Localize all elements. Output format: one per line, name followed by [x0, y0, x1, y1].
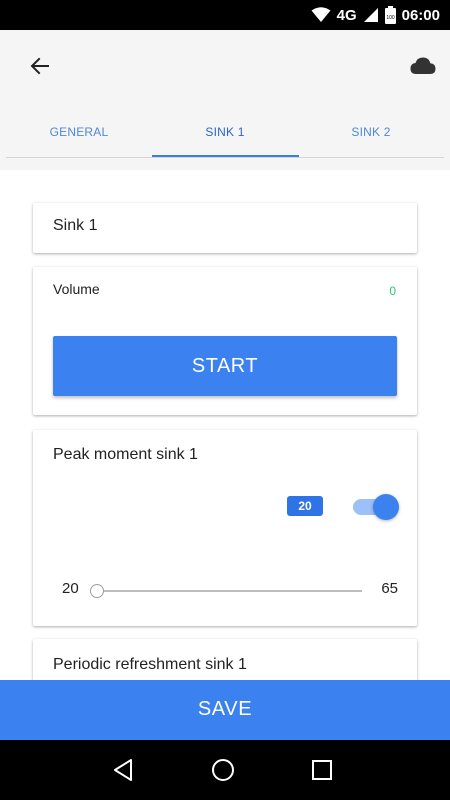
- peak-moment-title: Peak moment sink 1: [53, 446, 198, 463]
- slider-rail: [90, 590, 362, 592]
- network-type: 4G: [336, 6, 357, 24]
- arrow-left-icon: [30, 57, 49, 75]
- save-button[interactable]: SAVE: [0, 680, 450, 740]
- signal-icon: [363, 8, 378, 22]
- start-button[interactable]: START: [53, 336, 397, 396]
- tab-sink-2[interactable]: SINK 2: [298, 118, 444, 158]
- battery-level: 100: [386, 15, 395, 21]
- app-bar: GENERAL SINK 1 SINK 2: [0, 30, 450, 170]
- tabs-divider: [6, 157, 444, 158]
- slider-max-label: 65: [381, 580, 398, 597]
- cloud-icon: [410, 57, 436, 74]
- recents-square-icon: [312, 760, 332, 780]
- peak-moment-toggle[interactable]: [353, 493, 399, 521]
- periodic-refresh-title: Periodic refreshment sink 1: [53, 656, 247, 673]
- cloud-button[interactable]: [408, 52, 438, 80]
- periodic-refresh-card: Periodic refreshment sink 1: [33, 639, 417, 680]
- tab-sink-1[interactable]: SINK 1: [152, 118, 298, 158]
- slider-knob[interactable]: [90, 584, 104, 598]
- battery-icon: 100: [384, 6, 396, 24]
- sink-name-card[interactable]: Sink 1: [33, 203, 417, 253]
- volume-card: Volume 0 START: [33, 267, 417, 415]
- back-triangle-icon: [114, 759, 132, 781]
- tab-general[interactable]: GENERAL: [6, 118, 152, 158]
- wifi-icon: [311, 7, 331, 22]
- nav-back-button[interactable]: [109, 756, 137, 784]
- content-area[interactable]: Sink 1 Volume 0 START Peak moment sink 1…: [0, 170, 450, 680]
- nav-home-button[interactable]: [209, 756, 237, 784]
- sink-name-field[interactable]: Sink 1: [53, 217, 97, 235]
- volume-value: 0: [389, 284, 396, 298]
- slider-min-label: 20: [62, 580, 79, 597]
- system-nav-bar: [0, 740, 450, 800]
- peak-moment-card: Peak moment sink 1 20 20 65: [33, 430, 417, 626]
- volume-label: Volume: [53, 281, 100, 297]
- tab-bar: GENERAL SINK 1 SINK 2: [6, 118, 444, 158]
- home-circle-icon: [212, 759, 234, 781]
- clock: 06:00: [401, 6, 440, 24]
- back-button[interactable]: [24, 50, 56, 82]
- status-icons: 4G 100 06:00: [311, 5, 440, 25]
- active-tab-indicator: [152, 155, 299, 157]
- peak-value-badge: 20: [287, 496, 323, 516]
- status-bar: 4G 100 06:00: [0, 0, 450, 30]
- peak-moment-slider[interactable]: [90, 580, 362, 604]
- toggle-thumb: [373, 494, 399, 520]
- nav-recents-button[interactable]: [308, 756, 336, 784]
